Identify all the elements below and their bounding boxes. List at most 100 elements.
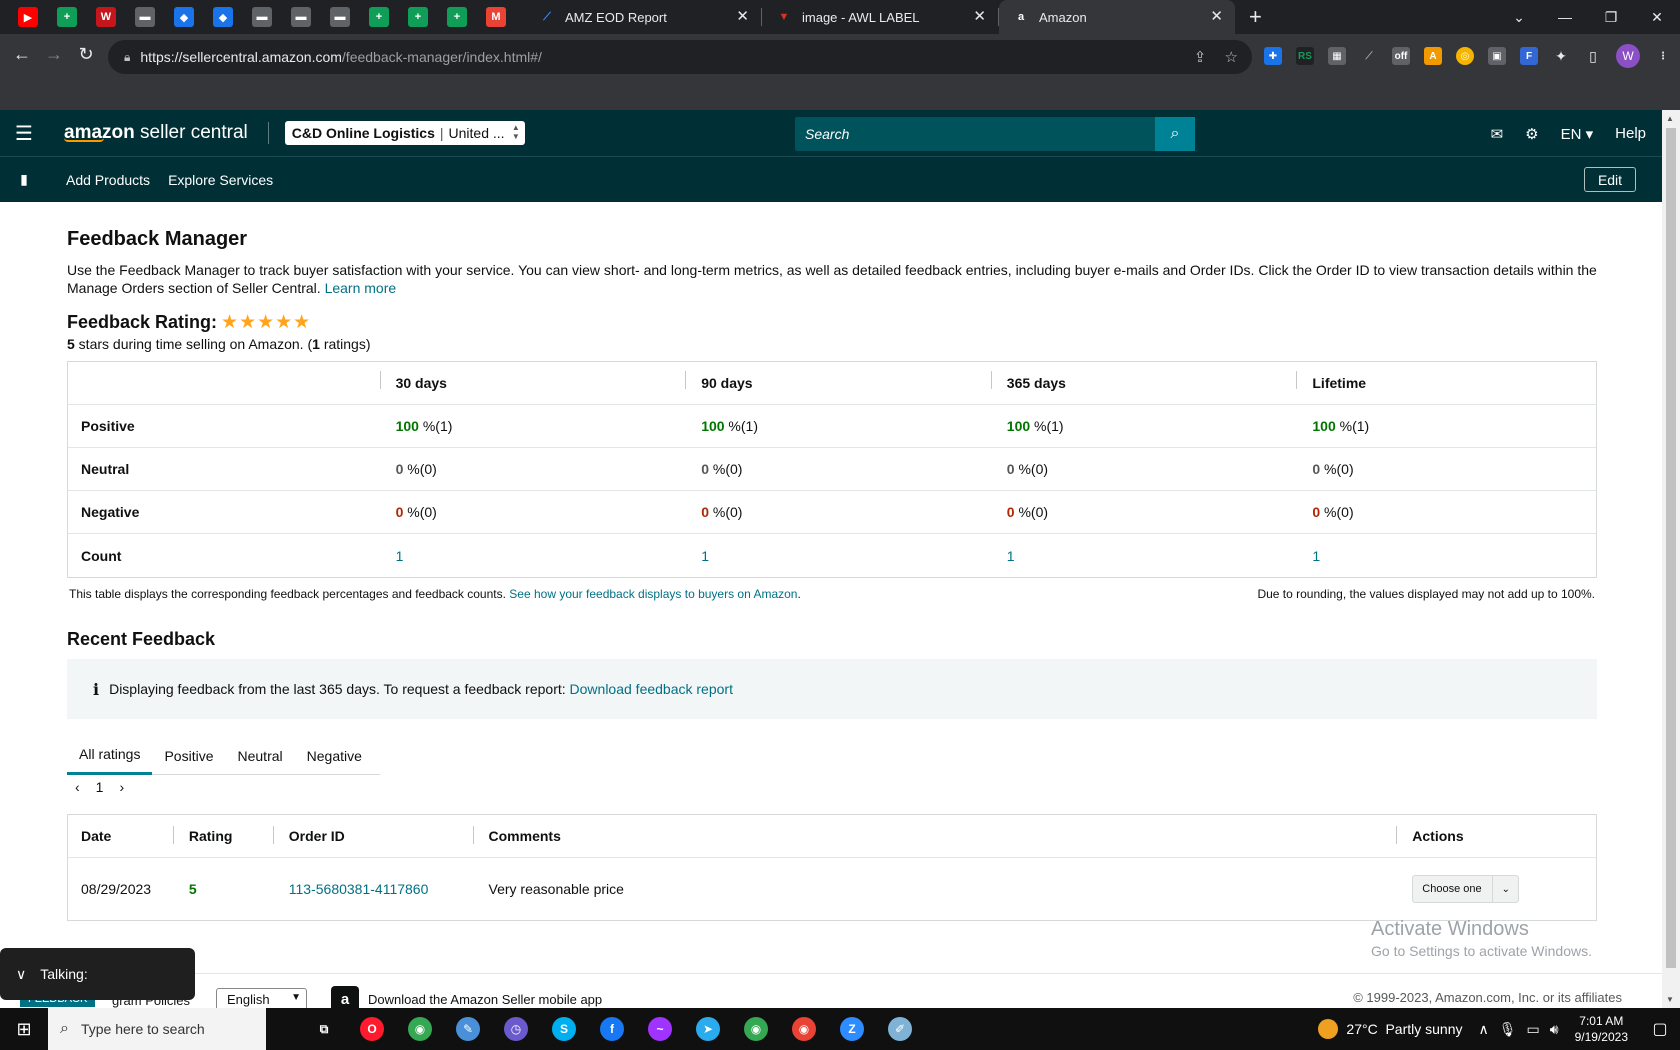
volume-icon[interactable]: 🔊︎ bbox=[1550, 1021, 1559, 1038]
browser-tab[interactable]: ▼ image - AWL LABEL ✕ bbox=[762, 0, 998, 34]
extension-blue-icon[interactable]: ✚ bbox=[1264, 47, 1282, 65]
share-icon[interactable]: ⇪ bbox=[1194, 49, 1207, 66]
bookmark-star-icon[interactable]: ☆ bbox=[1225, 49, 1238, 66]
tab-all-ratings[interactable]: All ratings bbox=[67, 737, 153, 775]
chrome-menu-icon[interactable]: ⋮ bbox=[1654, 47, 1672, 65]
taskbar-app[interactable]: S bbox=[540, 1008, 588, 1050]
taskbar-app[interactable]: ◷ bbox=[492, 1008, 540, 1050]
talking-popup[interactable]: ∨ Talking: bbox=[0, 948, 195, 1000]
reload-icon[interactable]: ↻ bbox=[74, 44, 98, 65]
taskbar-search[interactable]: ⌕ Type here to search bbox=[48, 1008, 266, 1050]
pinned-tab[interactable]: ◆ bbox=[213, 7, 233, 27]
nav-explore-services[interactable]: Explore Services bbox=[168, 172, 273, 188]
profile-avatar[interactable]: W bbox=[1616, 44, 1640, 68]
tab-positive[interactable]: Positive bbox=[152, 737, 225, 775]
search-icon[interactable]: ⌕ bbox=[1155, 117, 1195, 151]
extension-off-icon[interactable]: off bbox=[1392, 47, 1410, 65]
bookmark-icon[interactable]: ▮ bbox=[0, 171, 48, 188]
hamburger-menu-icon[interactable]: ☰ bbox=[0, 121, 48, 146]
browser-tab[interactable]: a Amazon ✕ bbox=[999, 0, 1235, 34]
taskbar-clock[interactable]: 7:01 AM 9/19/2023 bbox=[1575, 1013, 1628, 1045]
pinned-tab[interactable]: ▶ bbox=[18, 7, 38, 27]
next-page-icon[interactable]: › bbox=[119, 779, 124, 795]
microphone-icon[interactable]: 🎙︎ bbox=[1499, 1021, 1517, 1038]
browser-tab[interactable]: ⟋ AMZ EOD Report ✕ bbox=[525, 0, 761, 34]
scroll-down-icon[interactable]: ▼ bbox=[1666, 995, 1674, 1004]
pinned-tab[interactable]: + bbox=[369, 7, 389, 27]
language-selector[interactable]: EN ▾ bbox=[1561, 125, 1594, 143]
tray-chevron-icon[interactable]: ∧ bbox=[1479, 1021, 1489, 1038]
weather-widget[interactable]: 27°C Partly sunny bbox=[1318, 1019, 1463, 1039]
address-bar[interactable]: 🔒︎ https://sellercentral.amazon.com/feed… bbox=[108, 40, 1252, 74]
side-panel-icon[interactable]: ▯ bbox=[1584, 47, 1602, 65]
extension-font-icon[interactable]: A bbox=[1424, 47, 1442, 65]
pinned-tab[interactable]: + bbox=[57, 7, 77, 27]
scrollbar-thumb[interactable] bbox=[1666, 128, 1676, 968]
pinned-tab[interactable]: + bbox=[408, 7, 428, 27]
taskbar-app[interactable]: ➤ bbox=[684, 1008, 732, 1050]
close-tab-icon[interactable]: ✕ bbox=[1210, 9, 1223, 25]
footer-language-select[interactable]: English ▼ bbox=[216, 988, 307, 1010]
download-report-link[interactable]: Download feedback report bbox=[570, 681, 733, 697]
account-switcher[interactable]: C&D Online Logistics | United ... ▲ ▼ bbox=[284, 121, 525, 145]
extension-circle-icon[interactable]: ◎ bbox=[1456, 47, 1474, 65]
restore-button[interactable]: ❐ bbox=[1588, 9, 1634, 26]
nav-add-products[interactable]: Add Products bbox=[66, 172, 150, 188]
help-link[interactable]: Help bbox=[1615, 125, 1646, 142]
taskbar-app[interactable]: O bbox=[348, 1008, 396, 1050]
windows-start-icon[interactable]: ⊞ bbox=[0, 1019, 48, 1040]
taskbar-app[interactable]: ◉ bbox=[780, 1008, 828, 1050]
taskbar-app[interactable]: ~ bbox=[636, 1008, 684, 1050]
forward-icon[interactable]: → bbox=[42, 44, 66, 65]
close-tab-icon[interactable]: ✕ bbox=[973, 9, 986, 25]
prev-page-icon[interactable]: ‹ bbox=[75, 779, 80, 795]
extensions-puzzle-icon[interactable]: ✦ bbox=[1552, 47, 1570, 65]
pinned-tab[interactable]: ▬ bbox=[330, 7, 350, 27]
feedback-display-link[interactable]: See how your feedback displays to buyers… bbox=[509, 587, 797, 601]
pinned-tab[interactable]: M bbox=[486, 7, 506, 27]
back-icon[interactable]: ← bbox=[10, 44, 34, 65]
minimize-button[interactable]: — bbox=[1542, 9, 1588, 25]
pinned-tab[interactable]: ▬ bbox=[135, 7, 155, 27]
scroll-up-icon[interactable]: ▲ bbox=[1666, 114, 1674, 123]
chevron-down-icon[interactable]: ∨ bbox=[16, 966, 26, 983]
pinned-tab[interactable]: + bbox=[447, 7, 467, 27]
edit-button[interactable]: Edit bbox=[1584, 167, 1636, 192]
pinned-tab[interactable]: ▬ bbox=[252, 7, 272, 27]
col-header-date[interactable]: Date bbox=[68, 828, 173, 844]
tab-negative[interactable]: Negative bbox=[295, 737, 374, 775]
choose-one-dropdown[interactable]: Choose one ⌄ bbox=[1412, 875, 1520, 903]
taskbar-app[interactable]: ✎ bbox=[444, 1008, 492, 1050]
taskbar-app[interactable]: Z bbox=[828, 1008, 876, 1050]
taskbar-app[interactable]: f bbox=[588, 1008, 636, 1050]
gear-icon[interactable]: ⚙ bbox=[1525, 125, 1538, 143]
close-window-button[interactable]: ✕ bbox=[1634, 9, 1680, 26]
taskbar-app[interactable]: ✐ bbox=[876, 1008, 924, 1050]
extension-pen-icon[interactable]: ⟋ bbox=[1360, 47, 1378, 65]
taskbar-app[interactable]: ◉ bbox=[396, 1008, 444, 1050]
network-icon[interactable]: ▭ bbox=[1527, 1021, 1540, 1038]
extension-image-icon[interactable]: ▦ bbox=[1328, 47, 1346, 65]
extension-rs-icon[interactable]: RS bbox=[1296, 47, 1314, 65]
learn-more-link[interactable]: Learn more bbox=[325, 280, 397, 296]
notification-icon[interactable]: ▢ bbox=[1640, 1019, 1680, 1039]
mail-icon[interactable]: ✉ bbox=[1491, 125, 1504, 143]
seller-central-logo[interactable]: amazon seller central bbox=[64, 123, 248, 142]
taskbar-app[interactable]: ⧉ bbox=[300, 1008, 348, 1050]
pinned-tab[interactable]: W bbox=[96, 7, 116, 27]
col-header-rating[interactable]: Rating bbox=[172, 826, 273, 844]
chevron-down-icon[interactable]: ⌄ bbox=[1492, 876, 1518, 902]
new-tab-button[interactable]: + bbox=[1249, 4, 1262, 30]
pinned-tab[interactable]: ▬ bbox=[291, 7, 311, 27]
search-input[interactable] bbox=[795, 126, 1155, 142]
extension-f-icon[interactable]: F bbox=[1520, 47, 1538, 65]
order-id-link[interactable]: 113-5680381-4117860 bbox=[289, 881, 429, 897]
page-scrollbar[interactable]: ▲ ▼ bbox=[1662, 110, 1680, 1008]
taskbar-app[interactable]: ◉ bbox=[732, 1008, 780, 1050]
tab-search-icon[interactable]: ⌄ bbox=[1496, 9, 1542, 26]
close-tab-icon[interactable]: ✕ bbox=[736, 9, 749, 25]
tab-neutral[interactable]: Neutral bbox=[226, 737, 295, 775]
pinned-tab[interactable]: ◆ bbox=[174, 7, 194, 27]
extension-qr-icon[interactable]: ▣ bbox=[1488, 47, 1506, 65]
col-header-order-id[interactable]: Order ID bbox=[272, 826, 473, 844]
